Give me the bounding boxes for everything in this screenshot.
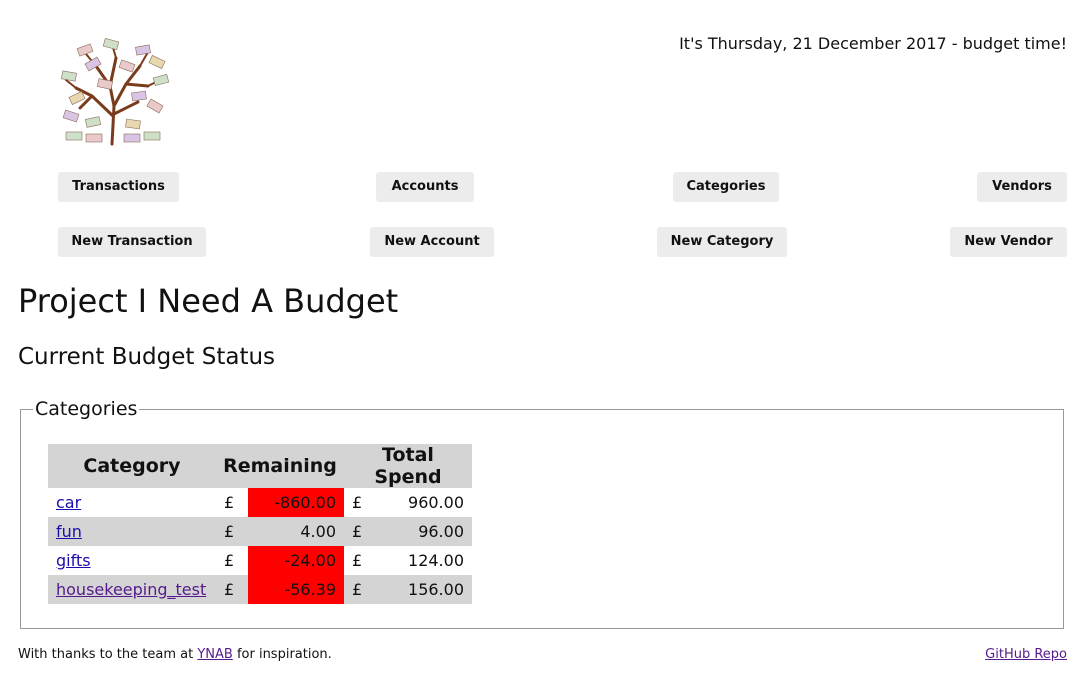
money-tree-logo — [61, 37, 170, 146]
nav-row-primary: Transactions Accounts Categories Vendors — [0, 172, 1083, 202]
ynab-link[interactable]: YNAB — [197, 647, 232, 662]
currency-symbol: £ — [216, 575, 248, 604]
total-spend-value: 156.00 — [376, 575, 472, 604]
new-vendor-button[interactable]: New Vendor — [950, 227, 1067, 257]
footer-thanks-prefix: With thanks to the team at — [18, 647, 198, 662]
category-cell: housekeeping_test — [48, 575, 216, 604]
currency-symbol: £ — [344, 546, 376, 575]
total-spend-value: 960.00 — [376, 488, 472, 517]
currency-symbol: £ — [216, 546, 248, 575]
budget-status-heading: Current Budget Status — [18, 344, 276, 370]
table-row: housekeeping_test £ -56.39 £ 156.00 — [48, 575, 472, 604]
currency-symbol: £ — [344, 575, 376, 604]
remaining-value: -56.39 — [248, 575, 344, 604]
table-row: fun £ 4.00 £ 96.00 — [48, 517, 472, 546]
footer-thanks-suffix: for inspiration. — [232, 647, 332, 662]
category-cell: fun — [48, 517, 216, 546]
total-spend-value: 124.00 — [376, 546, 472, 575]
category-link-car[interactable]: car — [56, 493, 81, 512]
category-cell: gifts — [48, 546, 216, 575]
table-row: car £ -860.00 £ 960.00 — [48, 488, 472, 517]
remaining-value: -24.00 — [248, 546, 344, 575]
nav-row-create: New Transaction New Account New Category… — [0, 227, 1083, 257]
total-spend-value: 96.00 — [376, 517, 472, 546]
page-header: It's Thursday, 21 December 2017 - budget… — [0, 0, 1083, 160]
page-title: Project I Need A Budget — [18, 282, 399, 320]
nav-categories-button[interactable]: Categories — [673, 172, 779, 202]
nav-accounts-button[interactable]: Accounts — [376, 172, 474, 202]
categories-legend: Categories — [35, 398, 138, 420]
nav-vendors-button[interactable]: Vendors — [977, 172, 1067, 202]
new-transaction-button[interactable]: New Transaction — [58, 227, 206, 257]
category-link-fun[interactable]: fun — [56, 522, 82, 541]
remaining-value: -860.00 — [248, 488, 344, 517]
new-account-button[interactable]: New Account — [370, 227, 494, 257]
currency-symbol: £ — [216, 488, 248, 517]
footer-credits: With thanks to the team at YNAB for insp… — [18, 647, 332, 662]
currency-symbol: £ — [344, 488, 376, 517]
currency-symbol: £ — [344, 517, 376, 546]
table-row: gifts £ -24.00 £ 124.00 — [48, 546, 472, 575]
github-repo-link[interactable]: GitHub Repo — [985, 647, 1067, 662]
category-budget-table: Category Remaining Total Spend car £ -86… — [48, 444, 472, 604]
category-cell: car — [48, 488, 216, 517]
column-header-remaining: Remaining — [216, 444, 344, 488]
category-link-housekeeping-test[interactable]: housekeeping_test — [56, 580, 206, 599]
remaining-value: 4.00 — [248, 517, 344, 546]
nav-transactions-button[interactable]: Transactions — [58, 172, 179, 202]
category-link-gifts[interactable]: gifts — [56, 551, 91, 570]
new-category-button[interactable]: New Category — [657, 227, 787, 257]
column-header-category: Category — [48, 444, 216, 488]
date-greeting: It's Thursday, 21 December 2017 - budget… — [679, 34, 1067, 53]
column-header-total-spend: Total Spend — [344, 444, 472, 488]
table-header-row: Category Remaining Total Spend — [48, 444, 472, 488]
currency-symbol: £ — [216, 517, 248, 546]
